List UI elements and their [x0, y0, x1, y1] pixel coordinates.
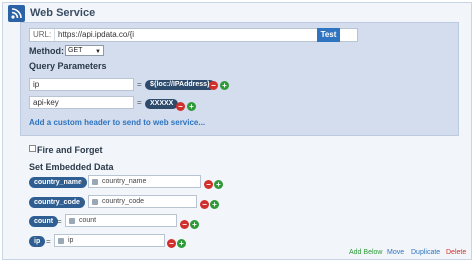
embedded-value-text: country_code [102, 198, 145, 205]
embedded-field-label[interactable]: ip [29, 236, 46, 247]
url-input[interactable] [56, 29, 326, 41]
rss-icon [92, 179, 98, 185]
add-field-icon[interactable]: + [177, 239, 186, 248]
rss-icon [58, 238, 64, 244]
embedded-value-input[interactable]: ip [54, 234, 165, 247]
remove-param-icon[interactable]: − [209, 81, 218, 90]
block-title: Web Service [30, 7, 96, 19]
rss-icon [8, 5, 25, 22]
url-prefix-label: URL: [30, 29, 55, 41]
param-key-input[interactable]: ip [29, 78, 134, 91]
chevron-down-icon: ▼ [95, 49, 101, 55]
url-field: URL: [29, 28, 358, 42]
embedded-field-label[interactable]: country_name [29, 177, 87, 188]
equals-sign: = [137, 80, 142, 89]
embedded-value-text: count [79, 217, 97, 224]
test-button[interactable]: Test [317, 28, 340, 42]
embedded-data-title: Set Embedded Data [29, 162, 114, 172]
remove-field-icon[interactable]: − [204, 180, 213, 189]
rss-icon [69, 218, 75, 224]
rss-icon [92, 199, 98, 205]
add-field-icon[interactable]: + [214, 180, 223, 189]
fire-and-forget-label: Fire and Forget [37, 145, 103, 155]
add-param-icon[interactable]: + [187, 102, 196, 111]
remove-param-icon[interactable]: − [176, 102, 185, 111]
add-param-icon[interactable]: + [220, 81, 229, 90]
move-link[interactable]: Move [387, 249, 404, 256]
param-key-input[interactable]: api-key [29, 96, 134, 109]
equals-sign: = [137, 98, 142, 107]
embedded-value-text: ip [68, 237, 74, 244]
method-select[interactable]: GET ▼ [65, 45, 104, 56]
equals-sign: = [80, 178, 85, 187]
equals-sign: = [57, 217, 62, 226]
add-below-link[interactable]: Add Below [349, 249, 382, 256]
equals-sign: = [80, 198, 85, 207]
remove-field-icon[interactable]: − [200, 200, 209, 209]
param-value-pill[interactable]: ${loc://IPAddress} [145, 80, 215, 90]
method-selected-value: GET [68, 47, 83, 54]
remove-field-icon[interactable]: − [167, 239, 176, 248]
embedded-field-label[interactable]: count [29, 216, 59, 227]
query-parameters-title: Query Parameters [29, 61, 107, 71]
embedded-field-label[interactable]: country_code [29, 197, 85, 208]
embedded-value-input[interactable]: count [65, 214, 177, 227]
remove-field-icon[interactable]: − [180, 220, 189, 229]
request-panel: URL: Test Method: GET ▼ Query Parameters… [20, 22, 459, 136]
duplicate-link[interactable]: Duplicate [411, 249, 440, 256]
fire-and-forget-checkbox[interactable] [29, 145, 36, 152]
method-label: Method: [29, 46, 64, 56]
embedded-value-input[interactable]: country_name [88, 175, 201, 188]
add-custom-header-link[interactable]: Add a custom header to send to web servi… [29, 118, 205, 127]
embedded-value-input[interactable]: country_code [88, 195, 197, 208]
add-field-icon[interactable]: + [210, 200, 219, 209]
embedded-value-text: country_name [102, 178, 147, 185]
param-value-pill[interactable]: XXXXX [145, 99, 179, 109]
equals-sign: = [46, 237, 51, 246]
add-field-icon[interactable]: + [190, 220, 199, 229]
delete-link[interactable]: Delete [446, 249, 466, 256]
